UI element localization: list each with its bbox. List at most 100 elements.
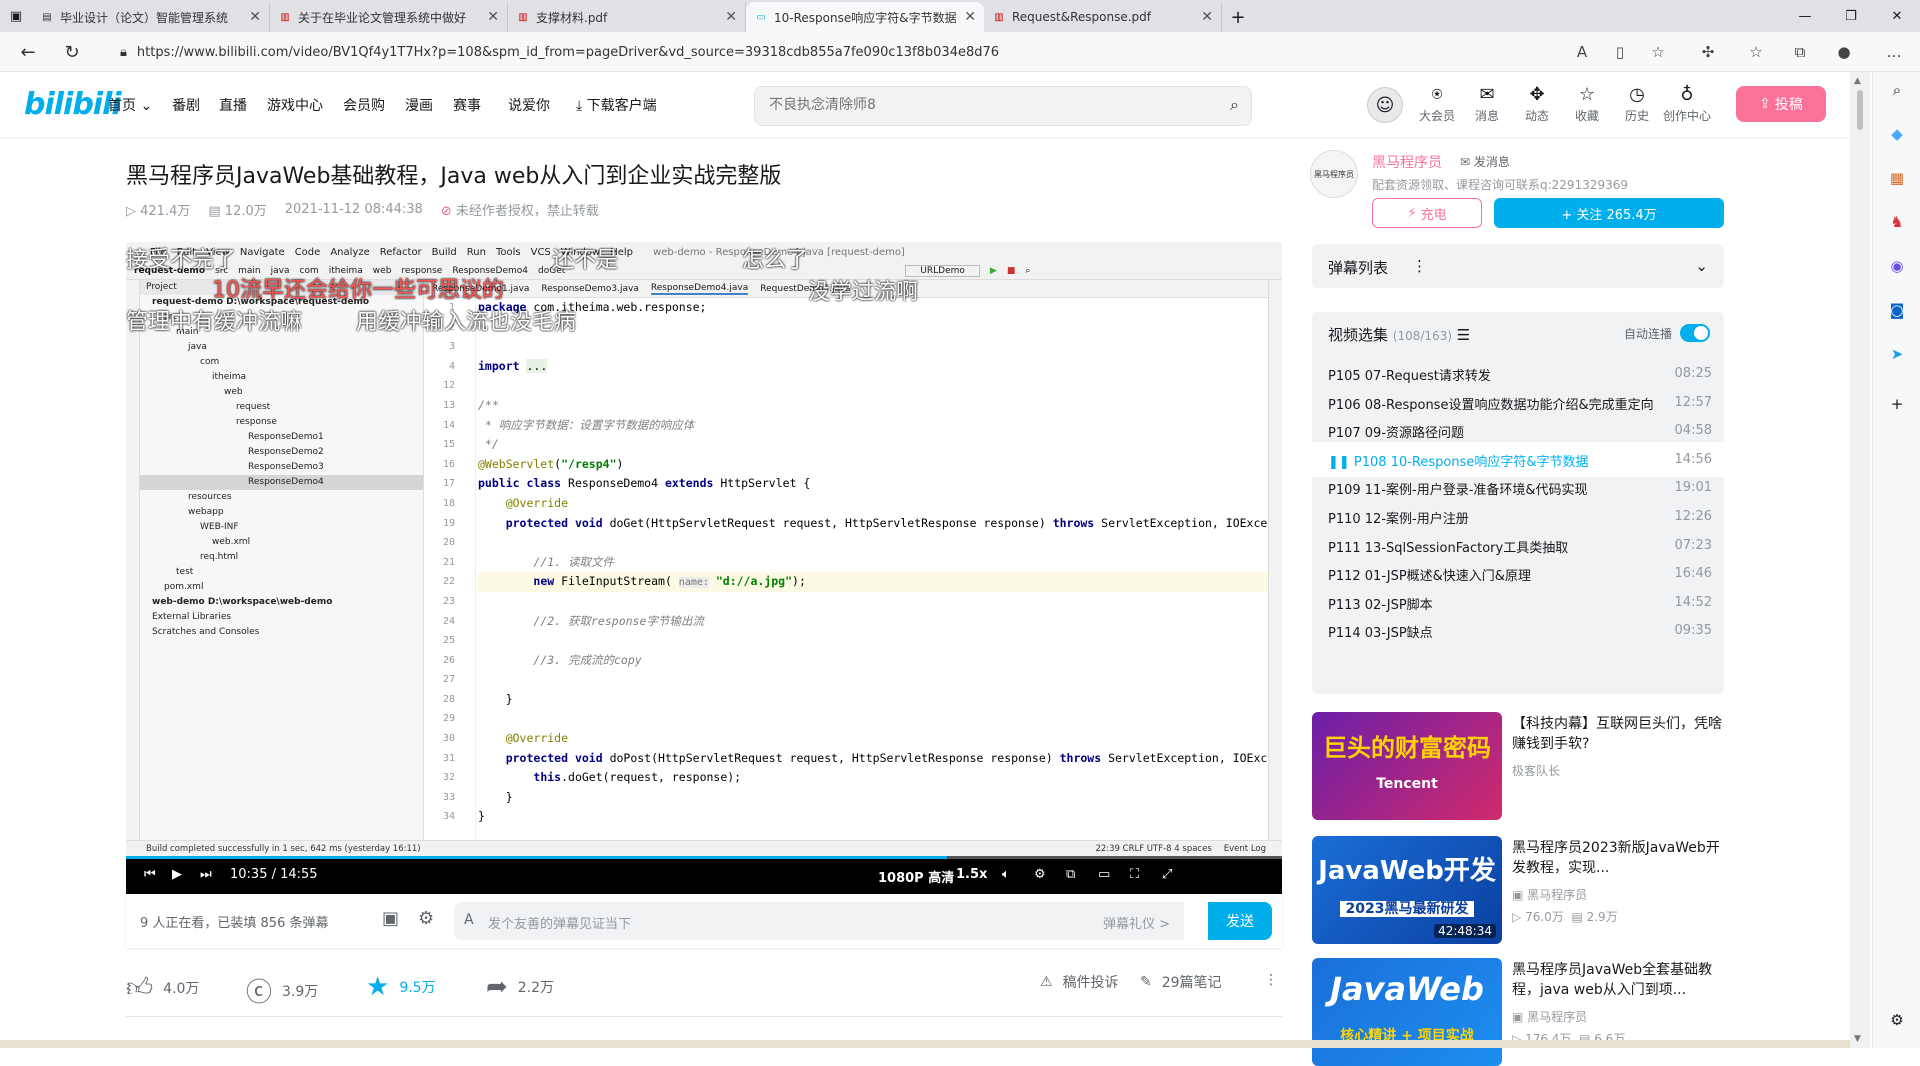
nav-match[interactable]: 赛事 — [453, 95, 481, 115]
nav-live[interactable]: 直播 — [219, 95, 247, 115]
tag-icon[interactable]: ◆ — [1885, 122, 1909, 146]
close-window-button[interactable]: ✕ — [1874, 0, 1920, 32]
quality-button[interactable]: 1080P 高清 — [878, 867, 954, 886]
speed-button[interactable]: 1.5x — [956, 867, 987, 882]
nav-love[interactable]: 说爱你 — [508, 95, 550, 115]
close-tab-icon[interactable]: ✕ — [725, 9, 737, 25]
outlook-icon[interactable]: ◙ — [1885, 298, 1909, 322]
nav-anime[interactable]: 番剧 — [172, 95, 200, 115]
play-icon[interactable]: ▶ — [172, 867, 182, 882]
font-style-icon[interactable]: A — [464, 912, 474, 928]
send-danmaku-button[interactable]: 发送 — [1208, 902, 1272, 940]
search-icon[interactable]: ⌕ — [1885, 78, 1909, 102]
header-favorite[interactable]: ☆ 收藏 — [1562, 83, 1612, 124]
nav-shop[interactable]: 会员购 — [343, 95, 385, 115]
browser-tab-3[interactable]: ▥ 支撑材料.pdf ✕ — [508, 2, 746, 32]
report-button[interactable]: ⚠ 稿件投诉 — [1040, 972, 1119, 992]
send-message-link[interactable]: ✉ 发消息 — [1460, 153, 1510, 170]
danmaku-settings-icon[interactable]: ⚙ — [418, 908, 434, 929]
fullscreen-icon[interactable]: ⤢ — [1162, 867, 1172, 882]
maximize-button[interactable]: ❐ — [1828, 0, 1874, 32]
more-actions-icon[interactable]: ⋮ — [1264, 972, 1278, 988]
reader-icon[interactable]: ▯ — [1606, 38, 1634, 66]
pip-icon[interactable]: ⧉ — [1066, 867, 1075, 882]
recommend-title[interactable]: 黑马程序员2023新版JavaWeb开发教程，实现... — [1512, 838, 1722, 878]
back-button[interactable]: ← — [14, 38, 42, 66]
list-icon[interactable]: ☰ — [1457, 326, 1470, 344]
recommend-card[interactable]: JavaWeb 核心精讲 + 项目实战 黑马程序员JavaWeb全套基础教程，ja… — [1312, 958, 1724, 1066]
header-dynamic[interactable]: ✥ 动态 — [1512, 83, 1562, 124]
briefcase-icon[interactable]: ▦ — [1885, 166, 1909, 190]
scroll-up-icon[interactable]: ▲ — [1854, 76, 1861, 86]
recommend-title[interactable]: 黑马程序员JavaWeb全套基础教程，java web从入门到项... — [1512, 960, 1722, 1000]
refresh-button[interactable]: ↻ — [58, 38, 86, 66]
autoplay-toggle[interactable]: 自动连播 — [1624, 324, 1710, 342]
send-icon[interactable]: ➤ — [1885, 342, 1909, 366]
extensions-icon[interactable]: ✣ — [1694, 38, 1722, 66]
avatar[interactable]: ☺ — [1367, 87, 1403, 123]
recommend-card[interactable]: 巨头的财富密码 Tencent 【科技内幕】互联网巨头们，凭啥赚钱到手软? 极客队… — [1312, 712, 1724, 820]
add-icon[interactable]: + — [1885, 392, 1909, 416]
minimize-button[interactable]: — — [1782, 0, 1828, 32]
toggle-switch[interactable] — [1680, 324, 1710, 342]
scroll-down-icon[interactable]: ▼ — [1854, 1034, 1861, 1044]
next-icon[interactable]: ⏭ — [200, 867, 212, 882]
browser-tab-2[interactable]: ▥ 关于在毕业论文管理系统中做好 ✕ — [270, 2, 508, 32]
favorite-button[interactable]: ★ 9.5万 — [366, 972, 436, 1002]
upload-button[interactable]: ⇪ 投稿 — [1736, 86, 1826, 122]
recommend-title[interactable]: 【科技内幕】互联网巨头们，凭啥赚钱到手软? — [1512, 714, 1722, 754]
read-aloud-icon[interactable]: A — [1568, 38, 1596, 66]
search-icon[interactable]: ⌕ — [1230, 95, 1239, 115]
browser-tab-5[interactable]: ▥ Request&Response.pdf ✕ — [984, 2, 1222, 32]
video-player[interactable]: File Edit View Navigate Code Analyze Ref… — [126, 242, 1282, 894]
recommend-card[interactable]: JavaWeb开发 2023黑马最新研发 42:48:34 黑马程序员2023新版J… — [1312, 836, 1724, 944]
share-button[interactable]: ➦ 2.2万 — [486, 972, 554, 1002]
recommend-thumbnail[interactable]: JavaWeb 核心精讲 + 项目实战 — [1312, 958, 1502, 1066]
danmaku-input[interactable]: A 发个友善的弹幕见证当下 弹幕礼仪 > — [454, 902, 1184, 940]
close-tab-icon[interactable]: ✕ — [487, 9, 499, 25]
uploader-name[interactable]: 黑马程序员 — [1372, 152, 1442, 172]
danmaku-etiquette-link[interactable]: 弹幕礼仪 > — [1103, 913, 1170, 932]
danmaku-toggle-icon[interactable]: ▣ — [382, 908, 399, 929]
nav-download[interactable]: ⤓ 下载客户端 — [576, 95, 657, 115]
close-tab-icon[interactable]: ✕ — [1201, 9, 1213, 25]
notes-button[interactable]: ✎ 29篇笔记 — [1140, 972, 1222, 992]
new-tab-button[interactable]: + — [1222, 2, 1254, 32]
search-input[interactable] — [769, 97, 1189, 113]
danmaku-list-toggle[interactable]: 弹幕列表 ⋮ ⌄ — [1312, 244, 1724, 288]
nav-game[interactable]: 游戏中心 — [267, 95, 323, 115]
charge-button[interactable]: ⚡ 充电 — [1372, 198, 1482, 228]
episode-item[interactable]: P114 03-JSP缺点 09:35 — [1312, 613, 1724, 648]
recommend-thumbnail[interactable]: 巨头的财富密码 Tencent — [1312, 712, 1502, 820]
coin-button[interactable]: ⓒ 3.9万 — [246, 972, 318, 1009]
bilibili-logo[interactable]: bilibili — [24, 87, 122, 122]
collections-icon[interactable]: ⧉ — [1786, 38, 1814, 66]
search-box[interactable]: ⌕ — [754, 86, 1252, 126]
header-history[interactable]: ◷ 历史 — [1612, 83, 1662, 124]
gear-icon[interactable]: ⚙ — [1885, 1008, 1909, 1032]
like-button[interactable]: 👍︎ 4.0万 — [126, 972, 199, 1003]
more-dots-icon[interactable]: ⋮ — [1412, 257, 1427, 275]
prev-icon[interactable]: ⏮ — [144, 867, 156, 882]
close-tab-icon[interactable]: ✕ — [964, 9, 976, 25]
header-creator[interactable]: ♁ 创作中心 — [1662, 83, 1712, 124]
copilot-icon[interactable]: ◉ — [1885, 254, 1909, 278]
follow-button[interactable]: + 关注 265.4万 — [1494, 198, 1724, 228]
uploader-avatar[interactable]: 黑马程序员 — [1310, 150, 1358, 198]
widescreen-icon[interactable]: ▭ — [1098, 867, 1110, 882]
recommend-uploader[interactable]: 极客队长 — [1512, 762, 1560, 779]
recommend-thumbnail[interactable]: JavaWeb开发 2023黑马最新研发 42:48:34 — [1312, 836, 1502, 944]
browser-tab-1[interactable]: ▤ 毕业设计（论文）智能管理系统 ✕ — [32, 2, 270, 32]
nav-manga[interactable]: 漫画 — [405, 95, 433, 115]
profile-icon[interactable]: ● — [1830, 38, 1858, 66]
settings-icon[interactable]: ⚙ — [1034, 867, 1046, 882]
recommend-uploader[interactable]: 黑马程序员 — [1527, 888, 1587, 902]
favorites-icon[interactable]: ☆ — [1742, 38, 1770, 66]
nav-home[interactable]: 首页 ⌄ — [108, 95, 152, 115]
web-fullscreen-icon[interactable]: ⛶ — [1130, 867, 1139, 882]
tab-actions-icon[interactable]: ▣ — [0, 0, 32, 32]
close-tab-icon[interactable]: ✕ — [249, 9, 261, 25]
scroll-thumb[interactable] — [1857, 90, 1863, 130]
games-icon[interactable]: ♞ — [1885, 210, 1909, 234]
url-field[interactable]: 🔒︎ https://www.bilibili.com/video/BV1Qf4y… — [108, 37, 1348, 67]
